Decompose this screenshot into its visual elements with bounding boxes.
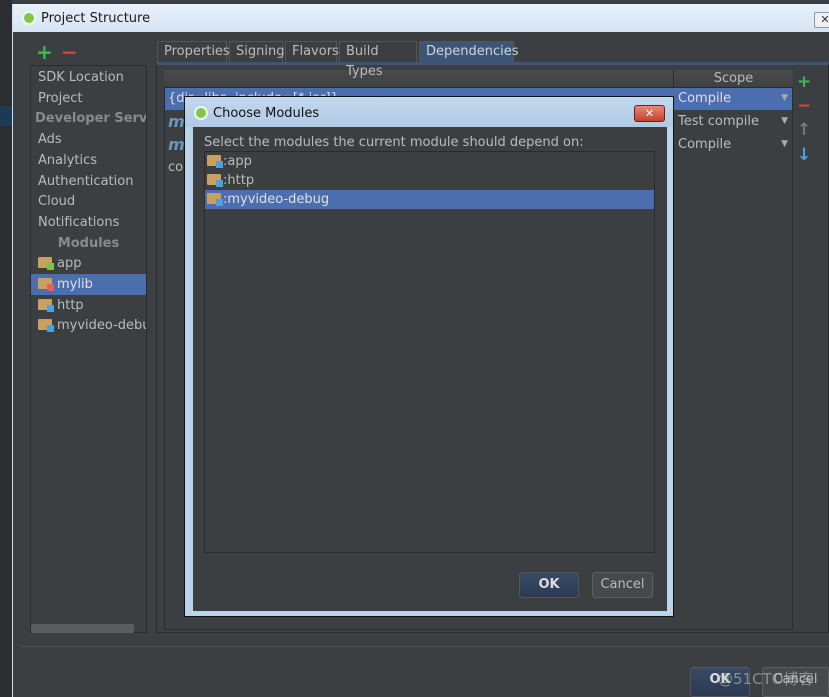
- sidebar-item-label: SDK Location: [38, 70, 124, 85]
- modules-list: :app:http:myvideo-debug: [204, 151, 655, 553]
- module-list-item[interactable]: :app: [205, 152, 654, 171]
- remove-dependency-button[interactable]: −: [797, 96, 811, 116]
- dependency-name: co: [168, 160, 184, 175]
- android-studio-icon: [22, 11, 36, 25]
- android-studio-icon: [194, 106, 208, 120]
- sidebar-item[interactable]: Notifications: [31, 212, 146, 233]
- scope-dropdown[interactable]: Compile ▼: [678, 134, 792, 155]
- sidebar-item[interactable]: http: [31, 295, 146, 316]
- sidebar-item[interactable]: Cloud: [31, 191, 146, 212]
- sidebar-item[interactable]: Ads: [31, 129, 146, 150]
- scope-dropdown[interactable]: Compile ▼: [678, 88, 792, 109]
- java-module-icon: [38, 298, 54, 312]
- sidebar-item-label: Ads: [38, 132, 62, 148]
- sidebar-item-label: myvideo-debug: [57, 318, 146, 334]
- sidebar-item[interactable]: myvideo-debug: [31, 315, 146, 336]
- choose-modules-dialog: Choose Modules ✕ Select the modules the …: [184, 96, 674, 617]
- title-bar: Project Structure ✕: [13, 4, 829, 32]
- sidebar-item[interactable]: app: [31, 253, 146, 274]
- background-window-strip: [0, 0, 12, 697]
- watermark: @51CTO博客: [718, 670, 814, 688]
- sidebar-section-header: Modules: [31, 233, 146, 254]
- sidebar-item-label: Project: [38, 90, 83, 106]
- sidebar-item-label: Analytics: [38, 152, 98, 168]
- module-folder-icon: [207, 155, 223, 168]
- dialog-close-button[interactable]: ✕: [634, 105, 665, 122]
- tab-properties[interactable]: Properties: [157, 41, 230, 62]
- android-app-module-icon: [38, 257, 54, 271]
- add-module-button[interactable]: +: [36, 40, 53, 64]
- sidebar-section-header: Developer Services: [31, 108, 146, 129]
- sidebar-item-label: Notifications: [38, 214, 120, 230]
- window-title: Project Structure: [41, 11, 151, 26]
- module-list-item[interactable]: :myvideo-debug: [205, 190, 654, 209]
- add-dependency-button[interactable]: +: [797, 72, 811, 92]
- tab-signing[interactable]: Signing: [229, 41, 284, 62]
- sidebar-item[interactable]: Project: [31, 88, 146, 109]
- library-module-icon: [38, 278, 54, 291]
- close-button[interactable]: ✕: [814, 12, 829, 28]
- module-list-item[interactable]: :http: [205, 171, 654, 190]
- dependency-name: m: [168, 135, 185, 154]
- sidebar-item-label: mylib: [57, 277, 93, 292]
- divider: [20, 646, 829, 647]
- sidebar: SDK Location Project Developer Services Ads…: [30, 65, 147, 633]
- chevron-down-icon: ▼: [781, 93, 788, 103]
- dialog-ok-button[interactable]: OK: [519, 572, 579, 598]
- dependency-name: m: [168, 112, 185, 131]
- sidebar-item[interactable]: Authentication: [31, 171, 146, 192]
- sidebar-item-label: Developer Services: [35, 111, 146, 127]
- sidebar-item-label: Authentication: [38, 173, 134, 189]
- chevron-down-icon: ▼: [781, 116, 788, 126]
- remove-module-button[interactable]: −: [61, 40, 78, 64]
- module-folder-icon: [207, 174, 223, 187]
- tab-build-types[interactable]: Build Types: [339, 41, 417, 79]
- sidebar-item-label: app: [57, 256, 82, 272]
- module-folder-icon: [207, 193, 223, 206]
- dialog-cancel-button[interactable]: Cancel: [592, 572, 653, 598]
- sidebar-item-label: Modules: [57, 235, 120, 251]
- dialog-prompt: Select the modules the current module sh…: [204, 135, 584, 150]
- chevron-down-icon: ▼: [781, 139, 788, 149]
- sidebar-item[interactable]: Analytics: [31, 150, 146, 171]
- dialog-title-bar: Choose Modules ✕: [185, 97, 673, 127]
- sidebar-item-label: http: [57, 297, 84, 313]
- sidebar-item-label: Cloud: [38, 194, 76, 210]
- sidebar-item[interactable]: mylib: [31, 274, 146, 295]
- tab-flavors[interactable]: Flavors: [285, 41, 339, 62]
- dialog-title: Choose Modules: [213, 106, 320, 121]
- sidebar-scrollbar[interactable]: [31, 624, 134, 633]
- scope-dropdown[interactable]: Test compile ▼: [678, 111, 792, 132]
- move-up-button[interactable]: ↑: [797, 120, 811, 140]
- move-down-button[interactable]: ↓: [797, 145, 811, 165]
- java-module-icon: [38, 319, 54, 333]
- tab-dependencies[interactable]: Dependencies: [419, 41, 519, 62]
- sidebar-item[interactable]: SDK Location: [31, 67, 146, 88]
- scope-column-header[interactable]: Scope: [673, 70, 793, 88]
